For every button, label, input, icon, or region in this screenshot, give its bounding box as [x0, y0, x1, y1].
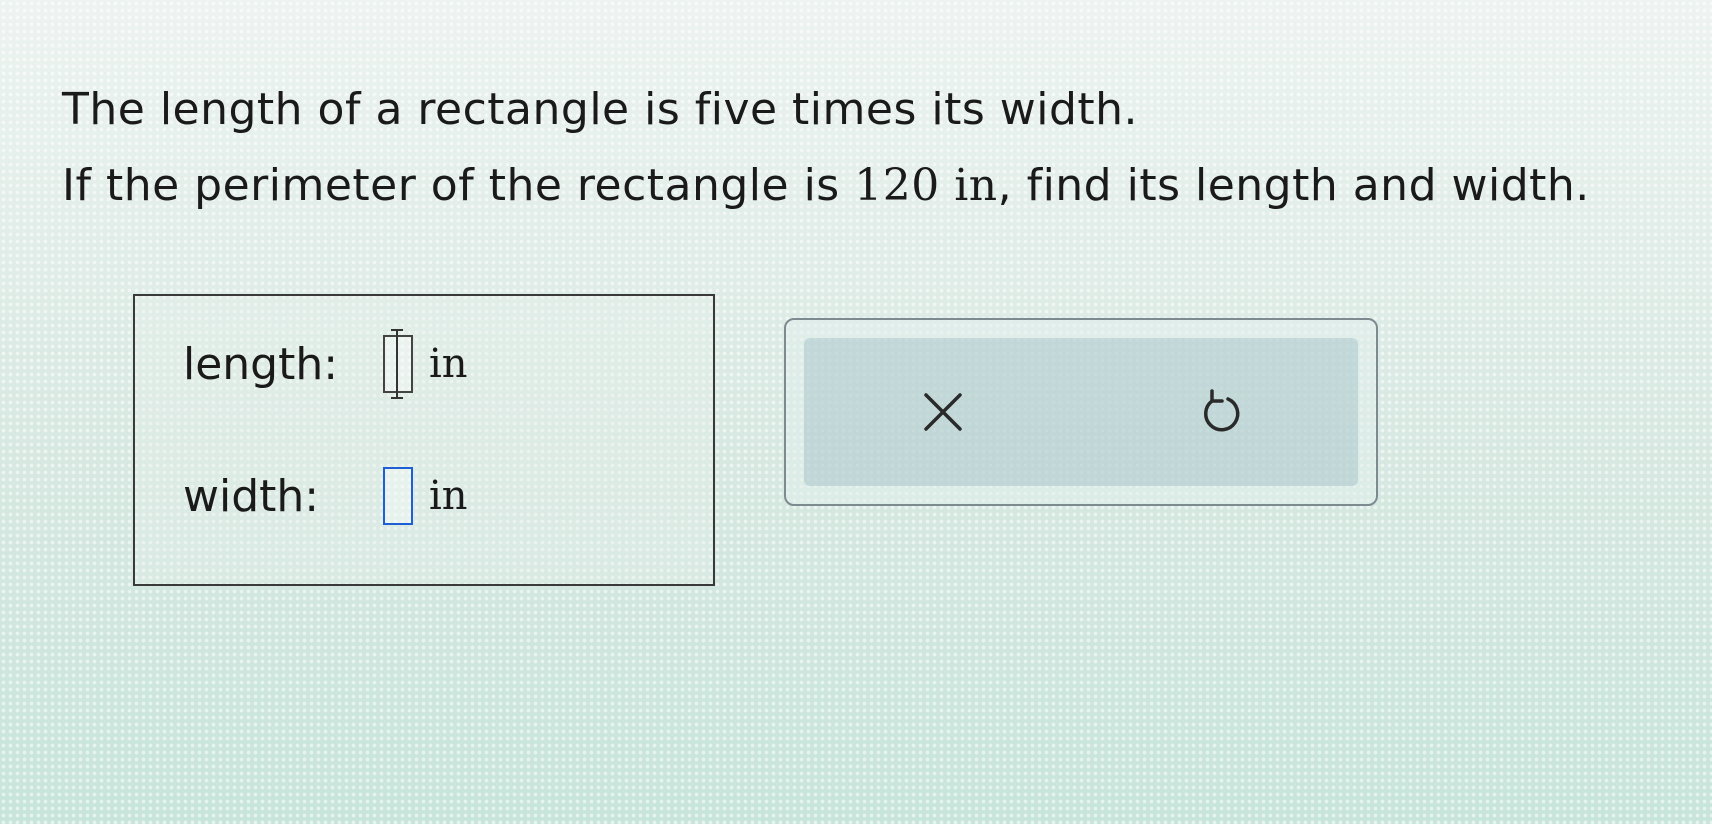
- question-line-2-start: If the perimeter of the rectangle is: [62, 160, 855, 211]
- text-cursor-icon: [391, 329, 403, 399]
- length-label: length:: [183, 338, 339, 390]
- question-text: The length of a rectangle is five times …: [62, 72, 1682, 224]
- x-icon: [923, 393, 962, 431]
- width-label: width:: [183, 470, 320, 522]
- undo-icon: [1203, 389, 1239, 432]
- width-unit: in: [429, 473, 468, 519]
- length-unit: in: [429, 341, 468, 387]
- length-input-wrapper: [383, 329, 413, 399]
- question-line-1: The length of a rectangle is five times …: [62, 84, 1139, 135]
- tool-panel: [784, 318, 1378, 506]
- undo-button[interactable]: [1175, 367, 1265, 457]
- length-row: length: in: [183, 324, 468, 404]
- width-row: width: in: [183, 456, 468, 536]
- width-input[interactable]: [383, 467, 413, 525]
- clear-button[interactable]: [898, 367, 988, 457]
- question-line-2-end: , find its length and width.: [997, 160, 1590, 211]
- perimeter-value: 120 in: [854, 160, 998, 211]
- length-input[interactable]: [383, 335, 413, 393]
- answer-box: length: in width: in: [133, 294, 715, 586]
- tool-panel-inner: [804, 338, 1358, 486]
- question-line-2: If the perimeter of the rectangle is 120…: [62, 148, 1682, 224]
